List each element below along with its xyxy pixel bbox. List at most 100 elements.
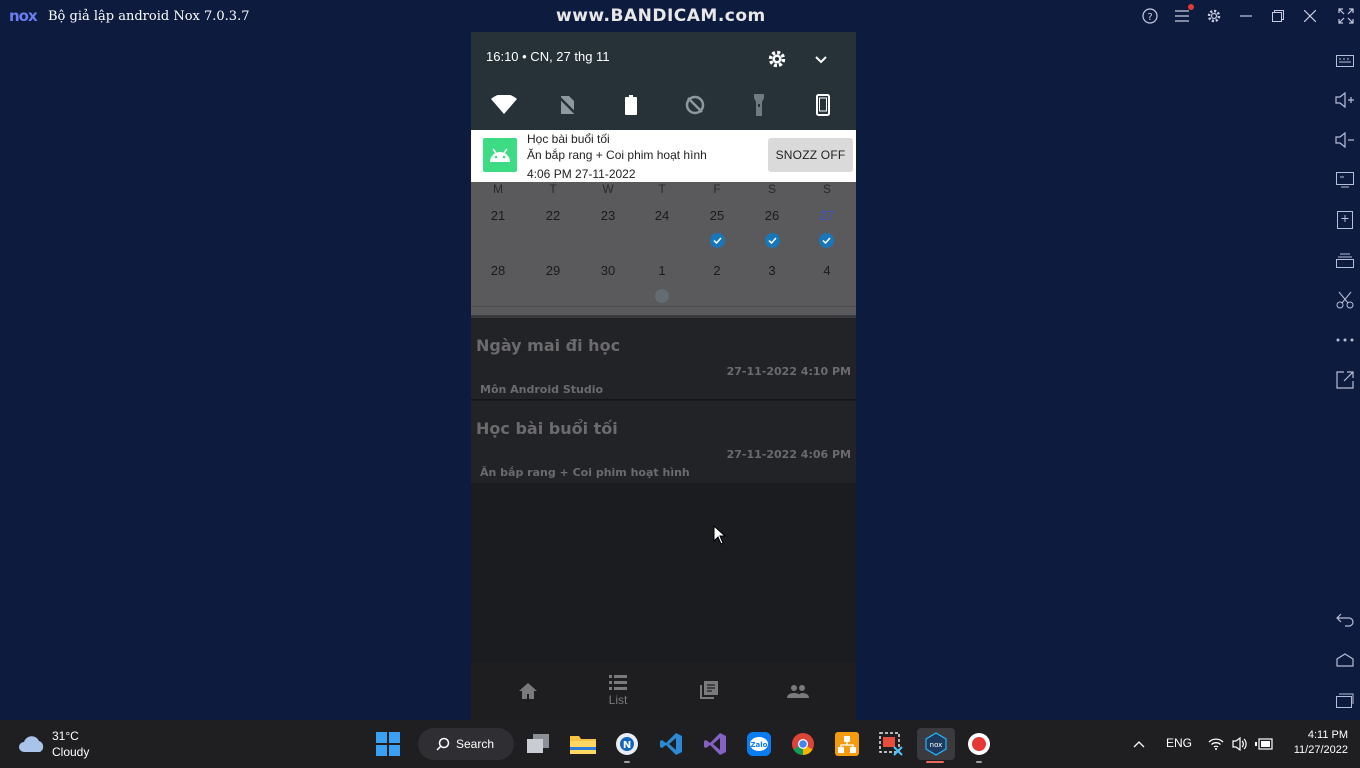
vscode-icon[interactable] [655, 728, 687, 760]
wifi-icon[interactable] [491, 92, 517, 118]
list-item[interactable]: Ngày mai đi học 27-11-2022 4:10 PM Môn A… [471, 318, 856, 400]
wifi-icon[interactable] [1206, 728, 1226, 760]
edge-app-icon[interactable]: N [611, 728, 643, 760]
calendar-day[interactable]: 28 [471, 263, 525, 278]
more-icon[interactable] [1334, 329, 1356, 351]
active-indicator [926, 761, 944, 763]
settings-gear-icon[interactable] [1204, 6, 1224, 26]
close-icon[interactable] [1300, 6, 1320, 26]
keyboard-icon[interactable] [1334, 49, 1356, 71]
emulator-titlebar: nox Bộ giả lập android Nox 7.0.3.7 www.B… [0, 0, 1360, 32]
calendar-day[interactable]: 1 [635, 263, 689, 278]
zalo-icon[interactable]: Zalo [743, 728, 775, 760]
task-view-icon[interactable] [523, 728, 555, 760]
snipping-tool-icon[interactable] [875, 728, 907, 760]
nox-logo: nox [9, 7, 38, 25]
nav-home[interactable] [480, 662, 576, 720]
divider [471, 306, 856, 307]
weather-condition: Cloudy [52, 745, 90, 759]
add-apk-icon[interactable] [1334, 209, 1356, 231]
external-link-icon[interactable] [1334, 369, 1356, 391]
volume-down-icon[interactable] [1334, 129, 1356, 151]
speaker-icon[interactable] [1230, 728, 1250, 760]
clock-time: 4:11 PM [1307, 729, 1348, 741]
chevron-up-icon[interactable] [1129, 728, 1149, 760]
battery-icon[interactable] [618, 92, 644, 118]
nav-list-label: List [608, 693, 628, 707]
data-saver-off-icon[interactable] [682, 92, 708, 118]
reminder-notification[interactable]: Học bài buổi tối Ăn bắp rang + Coi phim … [471, 130, 856, 182]
notification-dot [1188, 4, 1194, 10]
bandicam-record-icon[interactable] [963, 728, 995, 760]
file-explorer-icon[interactable] [567, 728, 599, 760]
minimize-icon[interactable] [1236, 6, 1256, 26]
snooze-off-button[interactable]: SNOZZ OFF [768, 138, 853, 172]
people-icon [787, 685, 809, 698]
start-button[interactable] [372, 728, 404, 760]
calendar-day[interactable]: 26 [745, 208, 799, 223]
flashlight-icon[interactable] [746, 92, 772, 118]
scissors-icon[interactable] [1334, 289, 1356, 311]
back-icon[interactable] [1334, 609, 1356, 631]
check-icon [710, 233, 725, 248]
fullscreen-icon[interactable] [1336, 6, 1356, 26]
chevron-down-icon[interactable] [813, 51, 829, 67]
notification-shade: 16:10 • CN, 27 thg 11 [471, 32, 856, 130]
cloud-icon [19, 736, 44, 752]
shade-time-date: 16:10 • CN, 27 thg 11 [486, 49, 610, 64]
item-description: Ăn bắp rang + Coi phim hoạt hình [480, 466, 690, 479]
calendar-day[interactable]: 21 [471, 208, 525, 223]
battery-charging-icon[interactable] [1254, 728, 1274, 760]
visual-studio-icon[interactable] [699, 728, 731, 760]
divider [471, 399, 856, 400]
calendar-day[interactable]: 25 [690, 208, 744, 223]
check-icon [765, 233, 780, 248]
no-sim-icon[interactable] [554, 92, 580, 118]
nav-people[interactable] [750, 662, 846, 720]
list-item[interactable]: Học bài buổi tối 27-11-2022 4:06 PM Ăn b… [471, 401, 856, 483]
windows-logo-icon [376, 732, 400, 756]
check-icon [819, 233, 834, 248]
nox-taskbar-icon[interactable]: nox [917, 728, 955, 760]
svg-text:?: ? [1147, 12, 1152, 23]
weather-temperature: 31°C [52, 729, 79, 743]
emulator-sidebar [1330, 32, 1360, 720]
svg-text:nox: nox [930, 741, 943, 749]
calendar-day[interactable]: 4 [800, 263, 854, 278]
calendar-day[interactable]: 24 [635, 208, 689, 223]
screen-icon[interactable] [1334, 169, 1356, 191]
system-clock[interactable]: 4:11 PM 11/27/2022 [1288, 729, 1348, 756]
mouse-cursor-icon [713, 525, 727, 545]
library-icon [700, 681, 718, 699]
multi-instance-icon[interactable] [1334, 249, 1356, 271]
clock-date: 11/27/2022 [1293, 744, 1348, 756]
calendar-day[interactable]: 22 [526, 208, 580, 223]
calendar-day[interactable]: 23 [581, 208, 635, 223]
nav-list[interactable]: List [570, 662, 666, 720]
item-date: 27-11-2022 4:06 PM [726, 448, 851, 461]
weekday-label: T [549, 182, 557, 196]
settings-gear-icon[interactable] [767, 49, 787, 69]
taskbar-search[interactable]: Search [418, 728, 514, 760]
volume-up-icon[interactable] [1334, 89, 1356, 111]
calendar-day[interactable]: 29 [526, 263, 580, 278]
recent-apps-icon[interactable] [1334, 689, 1356, 711]
event-dot [655, 289, 669, 303]
bottom-navigation: List [471, 662, 856, 720]
list-icon [609, 675, 627, 690]
help-icon[interactable]: ? [1140, 6, 1160, 26]
svg-text:Zalo: Zalo [750, 741, 767, 749]
auto-rotate-icon[interactable] [810, 92, 836, 118]
calendar-day[interactable]: 3 [745, 263, 799, 278]
nav-library[interactable] [660, 662, 756, 720]
restore-icon[interactable] [1268, 6, 1288, 26]
calendar-day-today[interactable]: 27 [800, 208, 854, 223]
running-indicator [624, 761, 630, 763]
chrome-icon[interactable] [787, 728, 819, 760]
language-indicator[interactable]: ENG [1166, 736, 1192, 750]
notification-time: 4:06 PM 27-11-2022 [527, 167, 636, 181]
network-diagram-app-icon[interactable] [831, 728, 863, 760]
calendar-day[interactable]: 2 [690, 263, 744, 278]
calendar-day[interactable]: 30 [581, 263, 635, 278]
home-button-icon[interactable] [1334, 649, 1356, 671]
